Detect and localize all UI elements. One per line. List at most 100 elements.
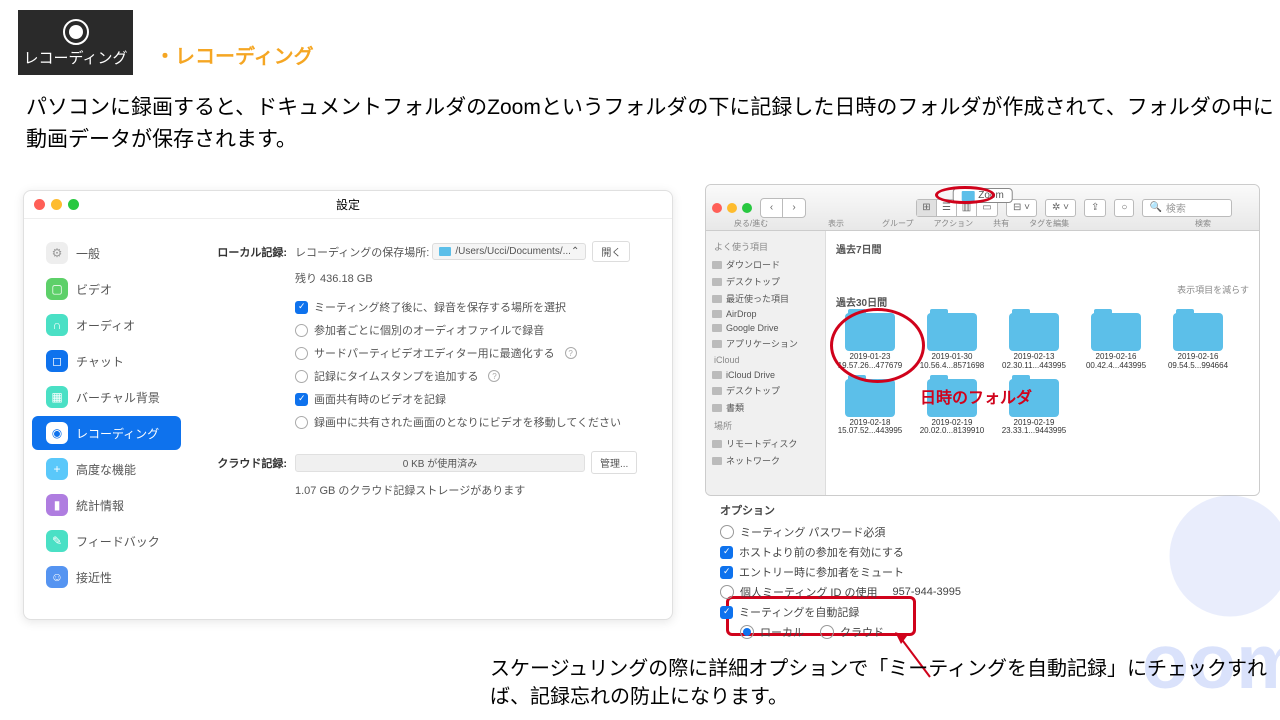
folder-name: 2019-02-1302.30.11...443995 [1000, 353, 1068, 371]
search-input[interactable]: 🔍 検索 [1142, 199, 1232, 217]
finder-toolbar: ‹› 戻る/進む Zoom ⊞ ☰ ▥ ▭ ⊟ ˅ ✲ ˅ ⇪ ○ 🔍 検索 表… [706, 185, 1259, 231]
folder-icon [1091, 313, 1141, 351]
folder-item[interactable]: 2019-02-1600.42.4...443995 [1082, 313, 1150, 371]
checkbox-icon [295, 393, 308, 406]
schedule-options-panel: オプション ミーティング パスワード必須 ホストより前の参加を有効にする エント… [720, 502, 1000, 640]
chat-icon: ◻ [46, 350, 68, 372]
sidebar-item-general[interactable]: ⚙一般 [32, 236, 181, 270]
checkbox-icon [295, 301, 308, 314]
finder-title[interactable]: Zoom [952, 188, 1013, 203]
locations-header: 場所 [706, 416, 825, 435]
share-button[interactable]: ⇪ [1084, 199, 1106, 217]
option-third-party[interactable]: サードパーティビデオエディター用に最適化する? [295, 345, 654, 361]
folder-icon [1173, 313, 1223, 351]
sidebar-airdrop[interactable]: AirDrop [706, 307, 825, 321]
radio-icon [295, 347, 308, 360]
folder-icon [439, 247, 451, 256]
finder-content: 過去7日間 過去30日間 表示項目を減らす 2019-01-2319.57.26… [826, 231, 1259, 495]
option-join-before-host[interactable]: ホストより前の参加を有効にする [720, 544, 1000, 560]
background-icon: ▦ [46, 386, 68, 408]
option-cloud[interactable]: クラウド [820, 624, 884, 640]
toolbar-labels: 表示 グループ アクション 共有 タグを編集 [828, 218, 1069, 229]
record-icon: ◉ [46, 422, 68, 444]
sidebar-item-virtual-bg[interactable]: ▦バーチャル背景 [32, 380, 181, 414]
option-auto-record[interactable]: ミーティングを自動記録 [720, 604, 1000, 620]
folder-icon [961, 191, 974, 201]
folder-name: 2019-01-2319.57.26...477679 [836, 353, 904, 371]
info-icon[interactable]: ? [488, 370, 500, 382]
folder-item[interactable]: 2019-02-1609.54.5...994664 [1164, 313, 1232, 371]
option-mute-on-entry[interactable]: エントリー時に参加者をミュート [720, 564, 1000, 580]
cloud-usage-bar: 0 KB が使用済み [295, 454, 585, 472]
feedback-icon: ✎ [46, 530, 68, 552]
sidebar-desktop[interactable]: デスクトップ [706, 273, 825, 290]
option-local[interactable]: ローカル [740, 624, 804, 640]
folder-item[interactable]: 2019-01-3010.56.4...8571698 [918, 313, 986, 371]
checkbox-icon [720, 566, 733, 579]
folder-name: 2019-02-1609.54.5...994664 [1164, 353, 1232, 371]
tags-button[interactable]: ○ [1114, 199, 1134, 217]
folder-item[interactable]: 2019-01-2319.57.26...477679 [836, 313, 904, 371]
sidebar-remote-disk[interactable]: リモートディスク [706, 435, 825, 452]
reduce-items-link[interactable]: 表示項目を減らす [1177, 283, 1249, 296]
option-personal-id[interactable]: 個人ミーティング ID の使用 957-944-3995 [720, 584, 1000, 600]
accessibility-icon: ☺ [46, 566, 68, 588]
folder-name: 2019-01-3010.56.4...8571698 [918, 353, 986, 371]
sidebar-item-chat[interactable]: ◻チャット [32, 344, 181, 378]
sidebar-item-advanced[interactable]: +高度な機能 [32, 452, 181, 486]
sidebar-item-audio[interactable]: ∩オーディオ [32, 308, 181, 342]
sidebar-gdrive[interactable]: Google Drive [706, 321, 825, 335]
folder-name: 2019-02-1815.07.52...443995 [836, 419, 904, 437]
remaining-space: 残り 436.18 GB [295, 270, 654, 286]
open-button[interactable]: 開く [592, 241, 630, 262]
sidebar-item-video[interactable]: ▢ビデオ [32, 272, 181, 306]
folder-item[interactable]: 2019-02-1815.07.52...443995 [836, 379, 904, 437]
folder-icon [927, 313, 977, 351]
manage-button[interactable]: 管理... [591, 451, 637, 474]
icloud-header: iCloud [706, 352, 825, 368]
description-text: パソコンに録画すると、ドキュメントフォルダのZoomというフォルダの下に記録した… [26, 92, 1280, 155]
sidebar-item-accessibility[interactable]: ☺接近性 [32, 560, 181, 594]
option-choose-location[interactable]: ミーティング終了後に、録音を保存する場所を選択 [295, 299, 654, 315]
favorites-header: よく使う項目 [706, 237, 825, 256]
options-header: オプション [720, 502, 1000, 518]
radio-icon [295, 416, 308, 429]
forward-icon[interactable]: › [783, 199, 805, 217]
plus-icon: + [46, 458, 68, 480]
nav-back-forward[interactable]: ‹› [760, 198, 806, 218]
option-screen-share-video[interactable]: 画面共有時のビデオを記録 [295, 391, 654, 407]
sidebar-item-stats[interactable]: ▮統計情報 [32, 488, 181, 522]
sidebar-recent[interactable]: 最近使った項目 [706, 290, 825, 307]
record-icon [61, 17, 91, 47]
radio-icon [720, 525, 734, 539]
back-icon[interactable]: ‹ [761, 199, 783, 217]
sidebar-item-feedback[interactable]: ✎フィードバック [32, 524, 181, 558]
annotation-datetime-folder: 日時のフォルダ [920, 384, 1032, 408]
option-password[interactable]: ミーティング パスワード必須 [720, 524, 1000, 540]
save-path-dropdown[interactable]: /Users/Ucci/Documents/... ⌃ [432, 243, 586, 260]
action-button[interactable]: ✲ ˅ [1045, 199, 1076, 217]
window-traffic-lights[interactable] [712, 203, 752, 213]
gear-icon: ⚙ [46, 242, 68, 264]
sidebar-icloud-drive[interactable]: iCloud Drive [706, 368, 825, 382]
sidebar-downloads[interactable]: ダウンロード [706, 256, 825, 273]
icon-view-icon[interactable]: ⊞ [917, 200, 937, 216]
settings-content: ローカル記録: レコーディングの保存場所: /Users/Ucci/Docume… [189, 219, 672, 619]
info-icon[interactable]: ? [565, 347, 577, 359]
local-record-label: ローカル記録: [207, 244, 287, 260]
sidebar-documents[interactable]: 書類 [706, 399, 825, 416]
sidebar-item-recording[interactable]: ◉レコーディング [32, 416, 181, 450]
option-separate-audio[interactable]: 参加者ごとに個別のオーディオファイルで録音 [295, 322, 654, 338]
sidebar-apps[interactable]: アプリケーション [706, 335, 825, 352]
finder-window: ‹› 戻る/進む Zoom ⊞ ☰ ▥ ▭ ⊟ ˅ ✲ ˅ ⇪ ○ 🔍 検索 表… [705, 184, 1260, 496]
folder-icon [845, 313, 895, 351]
sidebar-network[interactable]: ネットワーク [706, 452, 825, 469]
option-move-video[interactable]: 録画中に共有された画面のとなりにビデオを移動してください [295, 414, 654, 430]
folder-item[interactable]: 2019-02-1302.30.11...443995 [1000, 313, 1068, 371]
back-forward-label: 戻る/進む [734, 218, 768, 229]
settings-title: 設定 [24, 196, 672, 213]
checkbox-icon [720, 606, 733, 619]
sidebar-icloud-desktop[interactable]: デスクトップ [706, 382, 825, 399]
radio-icon [740, 625, 754, 639]
option-timestamp[interactable]: 記録にタイムスタンプを追加する? [295, 368, 654, 384]
